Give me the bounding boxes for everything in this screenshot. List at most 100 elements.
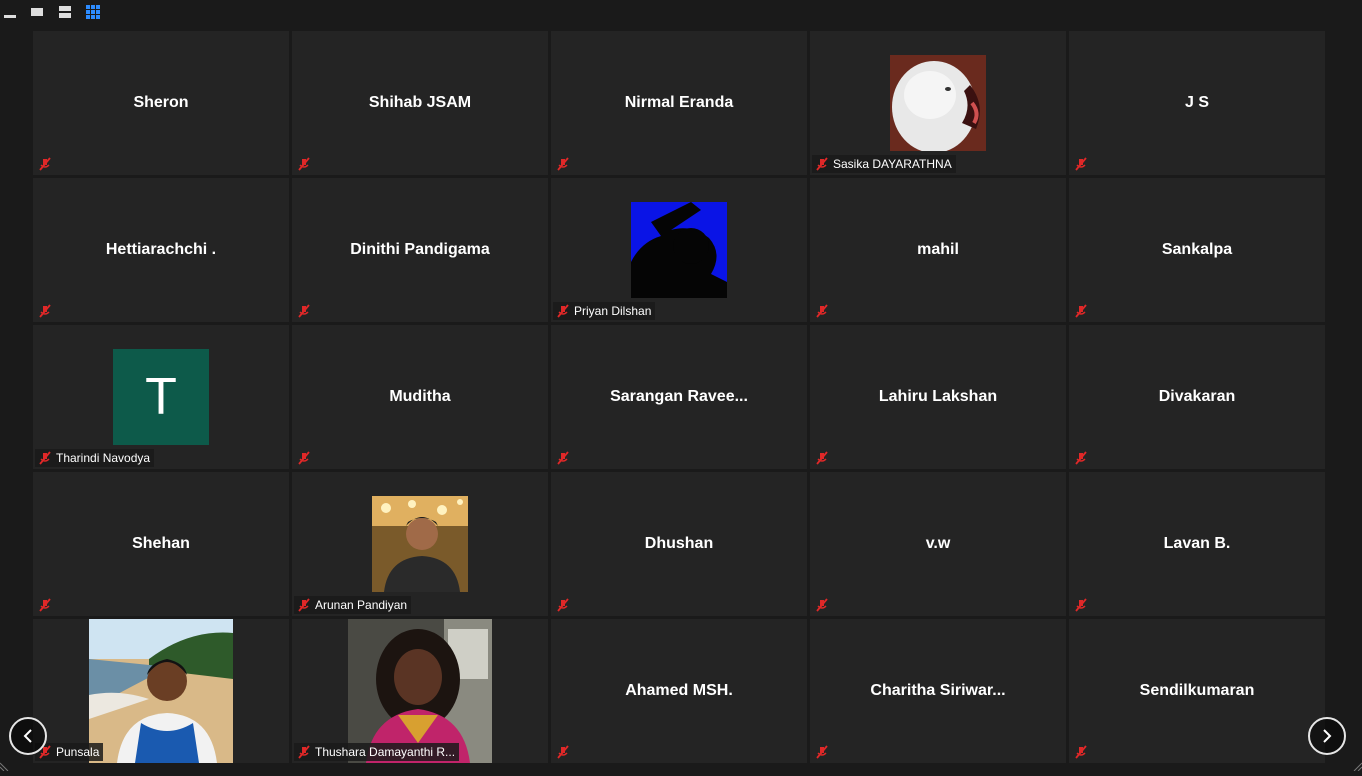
participant-tile[interactable]: Sarangan Ravee... (551, 325, 807, 469)
participant-status (1071, 449, 1096, 467)
muted-mic-icon (296, 744, 312, 760)
participant-label: Arunan Pandiyan (315, 598, 408, 612)
muted-mic-icon (296, 303, 312, 319)
profile-picture-lion (890, 55, 986, 151)
participant-tile[interactable]: Divakaran (1069, 325, 1325, 469)
muted-mic-icon (1073, 744, 1089, 760)
muted-mic-icon (814, 303, 830, 319)
participant-status (812, 302, 837, 320)
participant-display-name: Sheron (133, 94, 189, 111)
resize-grip-right[interactable] (1352, 758, 1362, 772)
participant-display-name: Lavan B. (1163, 535, 1231, 552)
participant-display-name: Shihab JSAM (368, 94, 472, 111)
participant-status (553, 743, 578, 761)
participant-status: Sasika DAYARATHNA (812, 155, 956, 173)
participant-display-name: mahil (917, 241, 959, 258)
participant-status (35, 302, 60, 320)
participant-display-name: J S (1184, 94, 1209, 111)
participant-tile[interactable]: Shehan (33, 472, 289, 616)
participant-status (1071, 743, 1096, 761)
profile-picture-woman (348, 619, 492, 763)
muted-mic-icon (37, 597, 53, 613)
participant-display-name: Nirmal Eranda (624, 94, 734, 111)
participant-status (1071, 596, 1096, 614)
participant-display-name: Hettiarachchi . (105, 241, 217, 258)
gallery-grid: Sheron Shihab JSAM Nirmal Eranda Sasika … (33, 31, 1325, 763)
profile-picture-beach (89, 619, 233, 763)
participant-label: Priyan Dilshan (574, 304, 652, 318)
participant-tile[interactable]: mahil (810, 178, 1066, 322)
participant-tile[interactable]: Charitha Siriwar... (810, 619, 1066, 763)
participant-tile[interactable]: Sendilkumaran (1069, 619, 1325, 763)
participant-tile[interactable]: Shihab JSAM (292, 31, 548, 175)
profile-picture-man (372, 496, 468, 592)
participant-status (1071, 302, 1096, 320)
speaker-view-icon[interactable] (28, 4, 46, 20)
muted-mic-icon (296, 597, 312, 613)
participant-display-name: Muditha (389, 388, 451, 405)
participant-status (1071, 155, 1096, 173)
avatar-letter: T (145, 368, 177, 426)
participant-tile[interactable]: Muditha (292, 325, 548, 469)
participant-status (553, 155, 578, 173)
participant-status (553, 449, 578, 467)
participant-tile[interactable]: Hettiarachchi . (33, 178, 289, 322)
participant-tile[interactable]: Priyan Dilshan (551, 178, 807, 322)
next-page-button[interactable] (1308, 717, 1346, 755)
participant-display-name: Dinithi Pandigama (350, 241, 490, 258)
participant-tile[interactable]: Lahiru Lakshan (810, 325, 1066, 469)
participant-tile[interactable]: Sankalpa (1069, 178, 1325, 322)
participant-tile[interactable]: Ahamed MSH. (551, 619, 807, 763)
previous-page-button[interactable] (9, 717, 47, 755)
resize-grip-left[interactable] (0, 758, 10, 772)
participant-tile[interactable]: Punsala (33, 619, 289, 763)
participant-status (294, 302, 319, 320)
participant-tile[interactable]: Lavan B. (1069, 472, 1325, 616)
participant-tile[interactable]: Sasika DAYARATHNA (810, 31, 1066, 175)
muted-mic-icon (555, 744, 571, 760)
avatar: T (113, 349, 209, 445)
muted-mic-icon (555, 597, 571, 613)
muted-mic-icon (814, 156, 830, 172)
gallery-view-icon[interactable] (84, 4, 102, 20)
muted-mic-icon (814, 450, 830, 466)
chevron-right-icon (1323, 729, 1332, 743)
participant-status (812, 449, 837, 467)
participant-tile[interactable]: Sheron (33, 31, 289, 175)
participant-tile[interactable]: Arunan Pandiyan (292, 472, 548, 616)
muted-mic-icon (37, 303, 53, 319)
participant-display-name: Charitha Siriwar... (870, 682, 1006, 699)
participant-status (812, 743, 837, 761)
participant-status (294, 155, 319, 173)
muted-mic-icon (296, 450, 312, 466)
participant-tile[interactable]: J S (1069, 31, 1325, 175)
participant-tile[interactable]: Dhushan (551, 472, 807, 616)
participant-tile[interactable]: Dinithi Pandigama (292, 178, 548, 322)
participant-display-name: v.w (925, 535, 951, 552)
participant-display-name: Sankalpa (1161, 241, 1233, 258)
participant-tile[interactable]: T Tharindi Navodya (33, 325, 289, 469)
muted-mic-icon (814, 597, 830, 613)
participant-status: Priyan Dilshan (553, 302, 656, 320)
profile-picture-silhouette (631, 202, 727, 298)
muted-mic-icon (1073, 597, 1089, 613)
participant-label: Tharindi Navodya (56, 451, 151, 465)
participant-display-name: Divakaran (1158, 388, 1236, 405)
participant-display-name: Ahamed MSH. (625, 682, 733, 699)
participant-display-name: Sarangan Ravee... (610, 388, 748, 405)
muted-mic-icon (1073, 450, 1089, 466)
participant-display-name: Dhushan (644, 535, 714, 552)
participant-display-name: Sendilkumaran (1139, 682, 1255, 699)
muted-mic-icon (296, 156, 312, 172)
participant-tile[interactable]: Nirmal Eranda (551, 31, 807, 175)
strip-view-icon[interactable] (56, 4, 74, 20)
view-toolbar (0, 0, 1362, 28)
participant-tile[interactable]: Thushara Damayanthi R... (292, 619, 548, 763)
minimize-icon[interactable] (2, 4, 20, 20)
participant-tile[interactable]: v.w (810, 472, 1066, 616)
participant-status: Tharindi Navodya (35, 449, 155, 467)
participant-label: Sasika DAYARATHNA (833, 157, 952, 171)
muted-mic-icon (555, 450, 571, 466)
muted-mic-icon (37, 156, 53, 172)
participant-status: Punsala (35, 743, 104, 761)
